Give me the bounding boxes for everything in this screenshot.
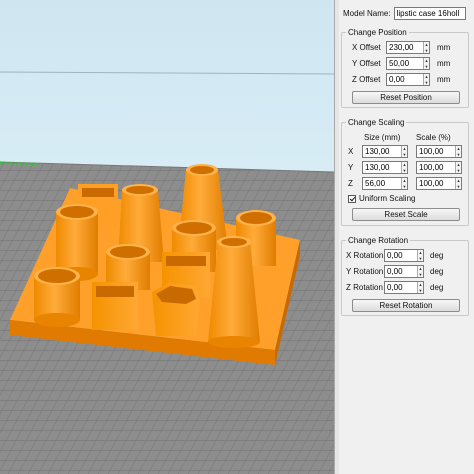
model-square-box-front <box>92 282 138 330</box>
properties-panel: Model Name: Change Position X Offset ▲▼ … <box>334 0 474 474</box>
scale-y-input[interactable] <box>417 162 455 173</box>
z-offset-arrows[interactable]: ▲ ▼ <box>422 74 429 86</box>
scale-x-input[interactable] <box>417 146 455 157</box>
x-rotation-row: X Rotation ▲▼ deg <box>342 249 468 262</box>
z-offset-row: Z Offset ▲▼ mm <box>342 73 468 86</box>
y-offset-label: Y Offset <box>352 59 381 68</box>
x-rotation-label: X Rotation <box>346 251 384 260</box>
size-header: Size (mm) <box>364 133 401 142</box>
y-rotation-arrows[interactable]: ▲ ▼ <box>417 266 423 277</box>
x-offset-unit: mm <box>437 43 451 52</box>
z-rotation-spinner[interactable]: ▲▼ <box>384 281 424 294</box>
change-scaling-group: Change Scaling Size (mm) Scale (%) X ▲▼ … <box>341 118 469 226</box>
down-arrow-icon[interactable]: ▼ <box>424 64 429 70</box>
size-y-spinner[interactable]: ▲▼ <box>362 161 408 174</box>
scale-y-label: Y <box>348 163 354 172</box>
z-offset-label: Z Offset <box>352 75 381 84</box>
axis-line-gray <box>0 71 334 75</box>
size-y-input[interactable] <box>363 162 401 173</box>
z-rotation-row: Z Rotation ▲▼ deg <box>342 281 468 294</box>
x-rotation-input[interactable] <box>385 250 418 261</box>
scale-x-row: X ▲▼ ▲▼ <box>342 145 468 158</box>
y-rotation-input[interactable] <box>385 266 418 277</box>
z-offset-spinner[interactable]: ▲▼ <box>386 73 430 86</box>
size-z-arrows[interactable]: ▲ ▼ <box>400 178 407 190</box>
z-offset-unit: mm <box>437 75 451 84</box>
z-rotation-unit: deg <box>430 283 444 292</box>
uniform-scaling-checkbox[interactable]: Uniform Scaling <box>348 194 415 203</box>
scale-z-arrows[interactable]: ▲ ▼ <box>454 178 461 190</box>
uniform-scaling-label: Uniform Scaling <box>359 194 416 203</box>
reset-scale-button[interactable]: Reset Scale <box>352 208 460 221</box>
down-arrow-icon[interactable]: ▼ <box>402 168 407 174</box>
down-arrow-icon[interactable]: ▼ <box>402 152 407 158</box>
down-arrow-icon[interactable]: ▼ <box>424 80 429 86</box>
size-x-arrows[interactable]: ▲ ▼ <box>400 146 407 158</box>
model-name-label: Model Name: <box>343 8 391 18</box>
down-arrow-icon[interactable]: ▼ <box>418 272 423 278</box>
size-x-spinner[interactable]: ▲▼ <box>362 145 408 158</box>
model-cylinder-front <box>34 267 80 327</box>
down-arrow-icon[interactable]: ▼ <box>402 184 407 190</box>
scale-x-label: X <box>348 147 354 156</box>
x-offset-input[interactable] <box>387 42 423 53</box>
down-arrow-icon[interactable]: ▼ <box>456 184 461 190</box>
scale-z-spinner[interactable]: ▲▼ <box>416 177 462 190</box>
z-offset-input[interactable] <box>387 74 423 85</box>
y-offset-spinner[interactable]: ▲▼ <box>386 57 430 70</box>
size-y-arrows[interactable]: ▲ ▼ <box>400 162 407 174</box>
change-position-title: Change Position <box>346 28 409 37</box>
scale-x-spinner[interactable]: ▲▼ <box>416 145 462 158</box>
y-rotation-label: Y Rotation <box>346 267 384 276</box>
y-offset-arrows[interactable]: ▲ ▼ <box>422 58 429 70</box>
model-name-input[interactable] <box>393 6 466 20</box>
down-arrow-icon[interactable]: ▼ <box>418 256 423 262</box>
x-offset-row: X Offset ▲▼ mm <box>342 41 468 54</box>
scale-y-arrows[interactable]: ▲ ▼ <box>454 162 461 174</box>
x-offset-spinner[interactable]: ▲▼ <box>386 41 430 54</box>
scene <box>0 71 334 474</box>
panel-scrollbar[interactable] <box>335 0 339 474</box>
model-hexagon-front <box>152 282 200 336</box>
checkmark-icon[interactable] <box>348 194 356 203</box>
change-rotation-group: Change Rotation X Rotation ▲▼ deg Y Rota… <box>341 236 469 316</box>
size-z-input[interactable] <box>363 178 401 189</box>
y-offset-unit: mm <box>437 59 451 68</box>
z-rotation-label: Z Rotation <box>346 283 383 292</box>
y-offset-row: Y Offset ▲▼ mm <box>342 57 468 70</box>
reset-position-button[interactable]: Reset Position <box>352 91 460 104</box>
change-rotation-title: Change Rotation <box>346 236 411 245</box>
change-scaling-title: Change Scaling <box>346 118 407 127</box>
scale-z-row: Z ▲▼ ▲▼ <box>342 177 468 190</box>
x-rotation-unit: deg <box>430 251 444 260</box>
x-offset-arrows[interactable]: ▲ ▼ <box>422 42 429 54</box>
z-rotation-input[interactable] <box>385 282 418 293</box>
scale-x-arrows[interactable]: ▲ ▼ <box>454 146 461 158</box>
x-offset-label: X Offset <box>352 43 381 52</box>
scale-z-label: Z <box>348 179 353 188</box>
change-position-group: Change Position X Offset ▲▼ mm Y Offset … <box>341 28 469 108</box>
down-arrow-icon[interactable]: ▼ <box>418 288 423 294</box>
y-offset-input[interactable] <box>387 58 423 69</box>
down-arrow-icon[interactable]: ▼ <box>456 152 461 158</box>
down-arrow-icon[interactable]: ▼ <box>456 168 461 174</box>
y-rotation-unit: deg <box>430 267 444 276</box>
scale-y-spinner[interactable]: ▲▼ <box>416 161 462 174</box>
reset-rotation-button[interactable]: Reset Rotation <box>352 299 460 312</box>
size-z-spinner[interactable]: ▲▼ <box>362 177 408 190</box>
z-rotation-arrows[interactable]: ▲ ▼ <box>417 282 423 293</box>
3d-viewport[interactable] <box>0 0 334 474</box>
scale-y-row: Y ▲▼ ▲▼ <box>342 161 468 174</box>
y-rotation-row: Y Rotation ▲▼ deg <box>342 265 468 278</box>
scale-z-input[interactable] <box>417 178 455 189</box>
y-rotation-spinner[interactable]: ▲▼ <box>384 265 424 278</box>
down-arrow-icon[interactable]: ▼ <box>424 48 429 54</box>
x-rotation-spinner[interactable]: ▲▼ <box>384 249 424 262</box>
size-x-input[interactable] <box>363 146 401 157</box>
scale-header: Scale (%) <box>416 133 451 142</box>
model-name-row: Model Name: <box>343 6 473 20</box>
x-rotation-arrows[interactable]: ▲ ▼ <box>417 250 423 261</box>
